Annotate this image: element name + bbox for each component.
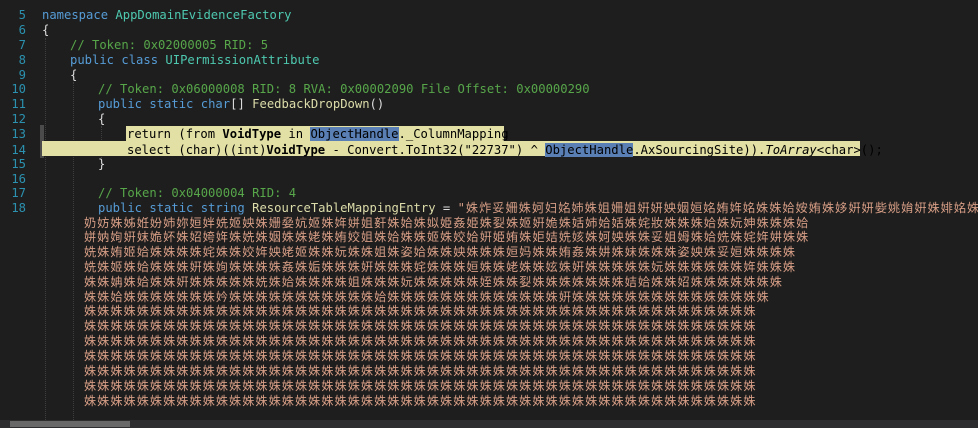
highlighted-reference[interactable]: ObjectHandle xyxy=(545,143,634,157)
code-line-9: { xyxy=(70,68,78,82)
code-line-15: } xyxy=(98,157,106,171)
code-line-8: public class UIPermissionAttribute xyxy=(70,53,320,67)
indent-guide xyxy=(45,38,46,420)
code-area[interactable]: namespace AppDomainEvidenceFactory { // … xyxy=(42,0,978,420)
code-editor[interactable]: 5 6 7 8 9 10 11 12 13 14 15 16 17 18 nam… xyxy=(0,0,978,420)
line-number: 18 xyxy=(11,201,26,215)
code-line-5: namespace AppDomainEvidenceFactory xyxy=(42,8,292,22)
indent-guide xyxy=(73,82,74,420)
scrollbar-thumb[interactable] xyxy=(10,421,130,427)
horizontal-scrollbar[interactable] xyxy=(0,420,978,428)
code-line-6: { xyxy=(42,23,50,37)
line-number-gutter: 5 6 7 8 9 10 11 12 13 14 15 16 17 18 xyxy=(0,0,30,420)
code-line-14: select (char)((int)VoidType - Convert.To… xyxy=(127,143,883,157)
code-line-12: { xyxy=(98,112,106,126)
code-line-11: public static char[] FeedbackDropDown() xyxy=(98,97,385,111)
highlighted-reference[interactable]: ObjectHandle xyxy=(310,127,399,141)
string-continuation-line: 姝姝姝姝姝姝姝姝姝姝姝姝姝姝姝姝姝姝姝姝姝姝姝姝姝姝姝姝姝姝姝姝姝姝姝姝姝姝姝姝… xyxy=(84,394,757,408)
